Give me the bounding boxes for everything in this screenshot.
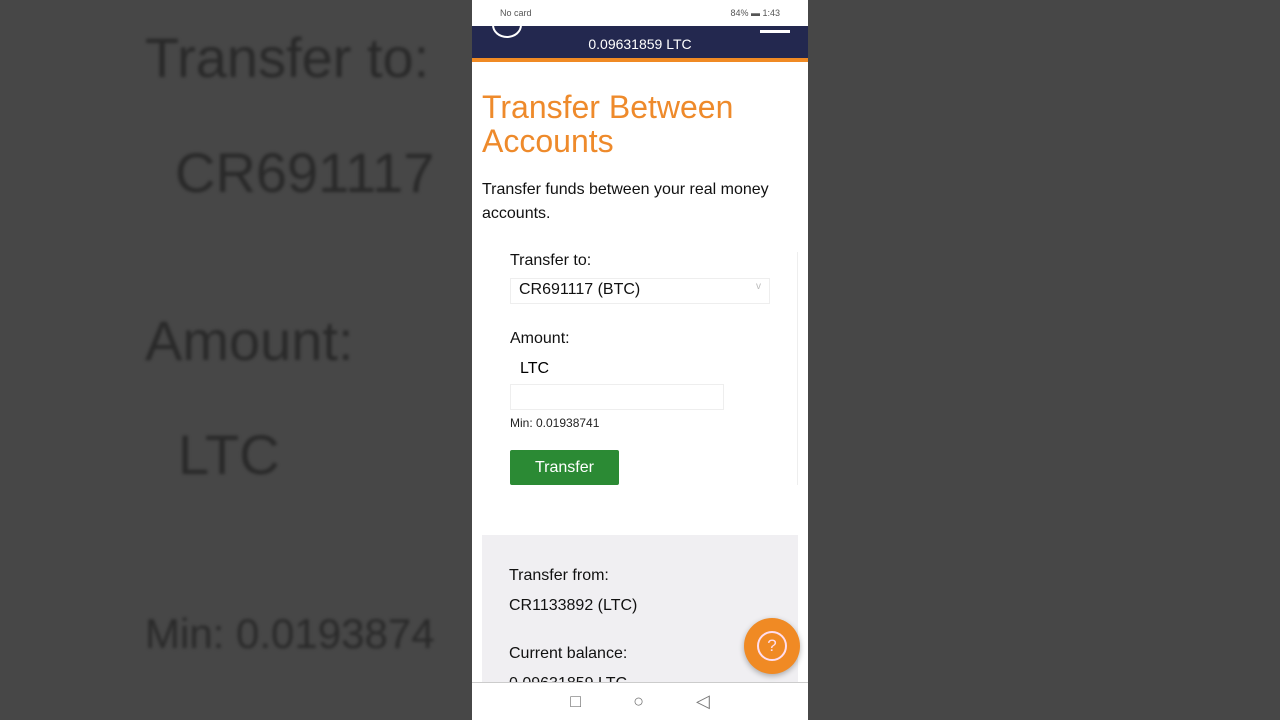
min-amount: Min: 0.01938741 [510, 416, 600, 430]
android-nav-bar: □ ○ ◁ [472, 682, 808, 720]
help-button[interactable]: ? [744, 618, 800, 674]
transfer-to-label: Transfer to: [510, 252, 592, 269]
transfer-form: Transfer to: CR691117 (BTC) v Amount: LT… [482, 252, 798, 485]
page-description: Transfer funds between your real money a… [482, 181, 769, 222]
transfer-from-account: CR1133892 (LTC) [509, 597, 638, 614]
amount-label: Amount: [510, 330, 570, 347]
home-icon[interactable]: ○ [633, 691, 644, 712]
phone-screen: CR1133892 0.09631859 LTC No card 84% ▬ 1… [472, 0, 808, 720]
transfer-to-select[interactable]: CR691117 (BTC) v [510, 278, 770, 304]
amount-input[interactable] [510, 384, 724, 410]
back-icon[interactable]: ◁ [696, 691, 710, 712]
bg-text: Amount: [145, 309, 354, 372]
menu-icon[interactable] [760, 30, 790, 33]
transfer-button[interactable]: Transfer [510, 450, 619, 485]
bg-text: LTC [178, 423, 280, 486]
carrier-text: No card [500, 8, 532, 18]
currency-label: LTC [520, 360, 550, 377]
bg-text: CR691117 [175, 141, 435, 204]
page-title: Transfer Between Accounts [482, 89, 734, 159]
transfer-to-value: CR691117 (BTC) [519, 281, 641, 298]
balance-label: Current balance: [509, 645, 628, 662]
bg-text: Transfer to: [145, 26, 430, 89]
transfer-from-panel: Transfer from: CR1133892 (LTC) Current b… [482, 535, 798, 695]
chevron-down-icon: v [756, 281, 761, 292]
header-balance: 0.09631859 LTC [588, 36, 692, 52]
clock: 1:43 [762, 8, 780, 18]
help-icon: ? [757, 631, 787, 661]
bg-text: Min: 0.0193874 [145, 610, 435, 657]
status-bar: No card 84% ▬ 1:43 [472, 0, 808, 26]
recent-apps-icon[interactable]: □ [570, 691, 581, 712]
transfer-from-label: Transfer from: [509, 567, 609, 584]
battery-text: 84% [730, 8, 749, 18]
